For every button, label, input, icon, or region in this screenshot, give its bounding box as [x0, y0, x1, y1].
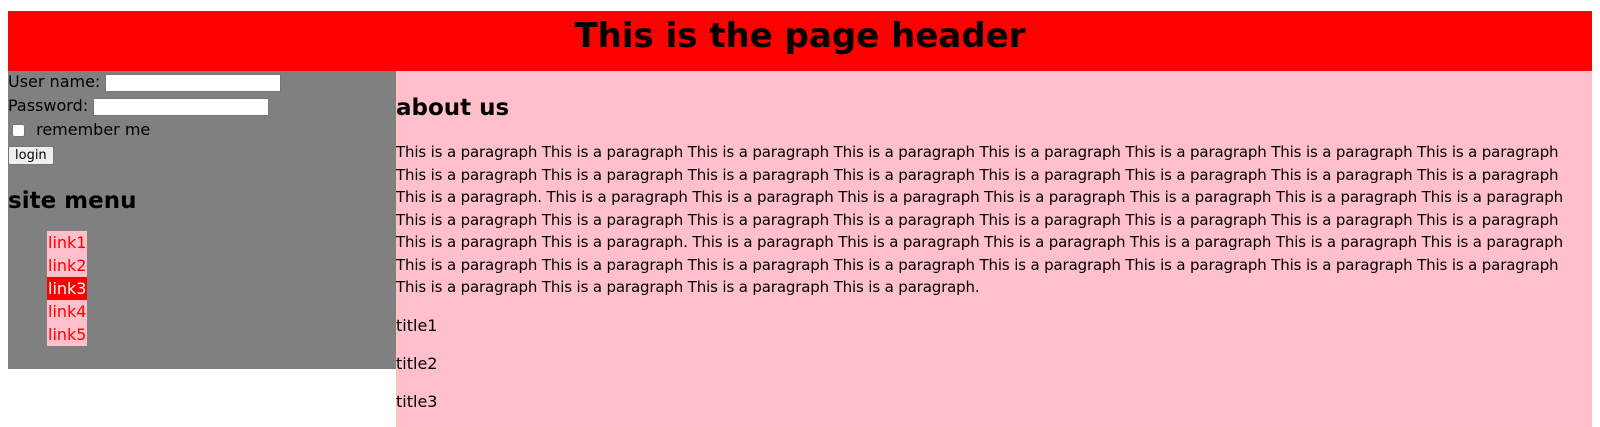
- title-item: title3: [396, 391, 438, 411]
- main-content: about us This is a paragraph This is a p…: [396, 71, 1592, 427]
- password-input[interactable]: [93, 97, 270, 116]
- login-row: login: [8, 143, 404, 167]
- site-menu-item: link4: [47, 300, 404, 323]
- title-list: title1 title2 title3: [396, 315, 1592, 413]
- page-header: This is the page header: [8, 11, 1592, 71]
- page-header-title: This is the page header: [574, 16, 1026, 56]
- about-paragraph: This is a paragraph This is a paragraph …: [396, 143, 1564, 296]
- site-menu-item: link3: [47, 277, 404, 300]
- username-input[interactable]: [105, 73, 282, 92]
- password-row: Password:: [8, 95, 404, 119]
- remember-row: remember me: [8, 119, 404, 143]
- menu-link-5[interactable]: link5: [47, 323, 88, 346]
- page: This is the page header User name: Passw…: [8, 11, 1592, 427]
- title-item: title1: [396, 315, 438, 335]
- password-label: Password:: [8, 96, 89, 115]
- remember-me-checkbox[interactable]: [12, 124, 25, 137]
- site-menu-item: link5: [47, 323, 404, 346]
- site-menu-heading: site menu: [8, 188, 137, 214]
- sidebar: User name: Password: remember me login s…: [8, 71, 404, 369]
- menu-link-2[interactable]: link2: [47, 254, 88, 277]
- remember-me-label: remember me: [36, 120, 151, 139]
- username-row: User name:: [8, 71, 404, 95]
- menu-link-4[interactable]: link4: [47, 300, 88, 323]
- about-us-heading: about us: [396, 95, 510, 121]
- menu-link-1[interactable]: link1: [47, 231, 88, 254]
- site-menu-item: link1: [47, 231, 404, 254]
- site-menu-item: link2: [47, 254, 404, 277]
- login-button[interactable]: login: [8, 146, 54, 165]
- login-form: User name: Password: remember me login: [8, 71, 404, 167]
- site-menu: link1 link2 link3 link4 link5: [8, 231, 404, 346]
- username-label: User name:: [8, 72, 101, 91]
- menu-link-3[interactable]: link3: [47, 277, 88, 300]
- title-item: title2: [396, 353, 438, 373]
